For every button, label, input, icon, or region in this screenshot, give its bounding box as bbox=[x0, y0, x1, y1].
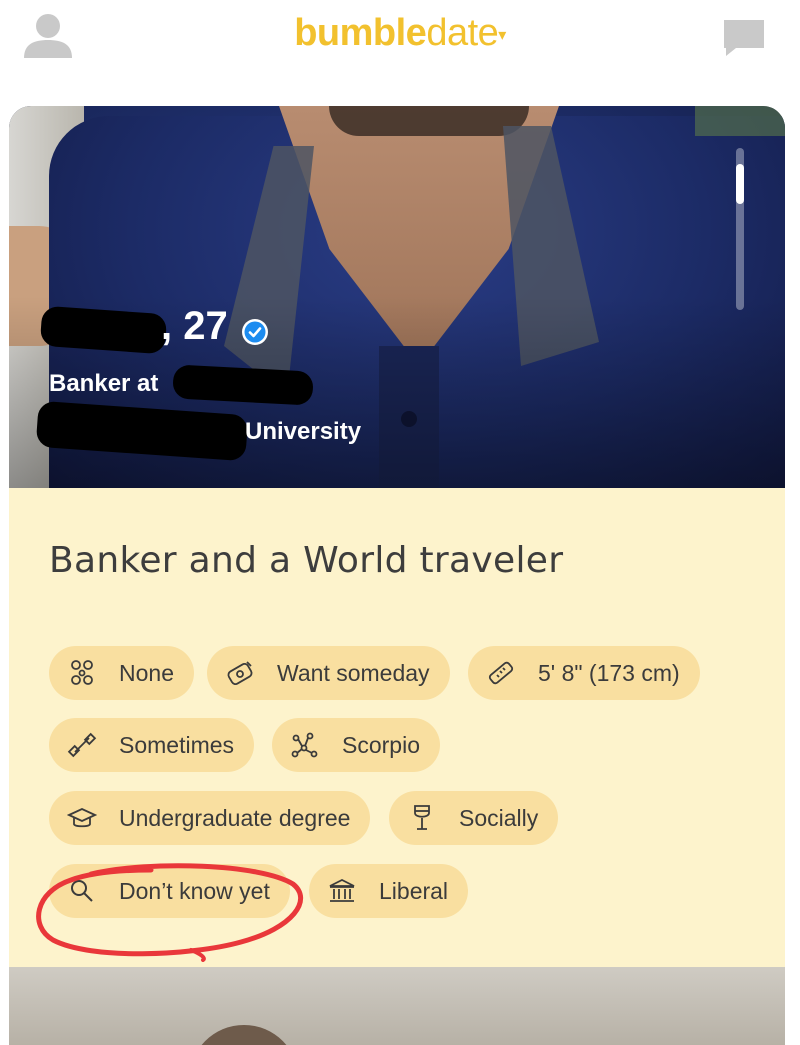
beard bbox=[329, 106, 529, 136]
wine-glass-icon bbox=[414, 805, 430, 830]
profile-photo[interactable]: , 27 Banker at University bbox=[9, 106, 785, 488]
chip-label: Socially bbox=[459, 804, 539, 831]
verified-badge-icon bbox=[242, 319, 268, 345]
ruler-icon bbox=[488, 661, 514, 685]
zodiac-icon bbox=[291, 732, 318, 758]
chip-family-plans: Want someday bbox=[207, 646, 450, 700]
profile-headline: Banker and a World traveler bbox=[49, 540, 564, 581]
chip-exercise: Sometimes bbox=[49, 718, 255, 772]
pacifier-icon bbox=[227, 661, 253, 685]
chip-drinking: Socially bbox=[389, 791, 559, 845]
next-photo-subject bbox=[189, 1025, 299, 1045]
name-age: , 27 bbox=[161, 304, 228, 348]
chip-height: 5' 8" (173 cm) bbox=[468, 646, 700, 700]
background-foliage bbox=[695, 106, 785, 136]
government-building-icon bbox=[329, 878, 355, 902]
logo-light: date bbox=[426, 12, 499, 54]
photo-scroll-thumb[interactable] bbox=[736, 164, 744, 204]
kids-icon bbox=[71, 660, 93, 685]
chip-label: Scorpio bbox=[342, 731, 420, 758]
chip-label: Liberal bbox=[379, 877, 449, 904]
chip-zodiac: Scorpio bbox=[272, 718, 440, 772]
chip-label: Undergraduate degree bbox=[119, 804, 351, 831]
top-bar: bumbledate▾ bbox=[0, 0, 800, 100]
school-name: University bbox=[245, 418, 362, 445]
red-circle-annotation bbox=[36, 863, 304, 962]
chip-kids: None bbox=[49, 646, 194, 700]
app-logo: bumbledate▾ bbox=[0, 12, 800, 55]
logo-bold: bumble bbox=[294, 12, 427, 54]
chip-label: None bbox=[119, 659, 174, 686]
chip-education: Undergraduate degree bbox=[49, 791, 371, 845]
graduation-cap-icon bbox=[67, 808, 97, 828]
chip-label: Sometimes bbox=[119, 731, 235, 758]
logo-caret[interactable]: ▾ bbox=[498, 27, 506, 44]
job-title: Banker at bbox=[49, 370, 159, 397]
redaction-employer bbox=[172, 364, 314, 406]
chip-label: 5' 8" (173 cm) bbox=[538, 659, 680, 686]
chat-icon[interactable] bbox=[722, 18, 766, 58]
next-profile-photo[interactable] bbox=[9, 967, 785, 1045]
chip-label: Want someday bbox=[277, 659, 430, 686]
dumbbell-icon bbox=[67, 732, 97, 758]
chip-politics: Liberal bbox=[309, 864, 469, 918]
